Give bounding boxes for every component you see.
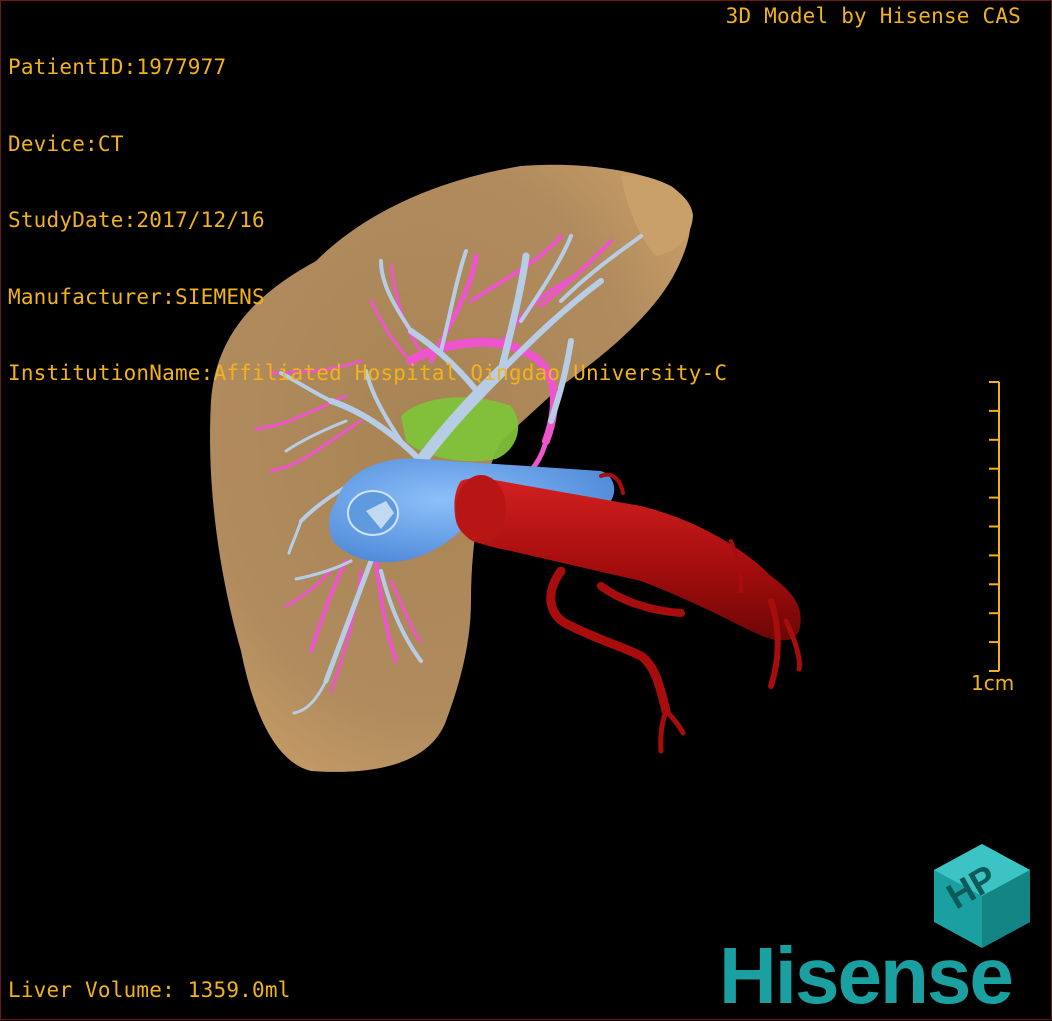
- hisense-wordmark: Hisense: [719, 931, 1014, 1020]
- patient-id: PatientID:1977977: [8, 55, 227, 79]
- model-credit: 3D Model by Hisense CAS: [725, 4, 1021, 28]
- 3d-viewport[interactable]: PatientID:1977977 Device:CT StudyDate:20…: [0, 0, 1052, 1020]
- aorta: [454, 472, 802, 754]
- device: Device:CT: [8, 131, 124, 156]
- liver-volume: Liver Volume: 1359.0ml: [8, 978, 291, 1002]
- scale-bar-label: 1cm: [971, 671, 1015, 695]
- institution-name: InstitutionName:Affiliated Hospital Qing…: [8, 361, 728, 385]
- manufacturer: Manufacturer:SIEMENS: [8, 284, 265, 309]
- study-date: StudyDate:2017/12/16: [8, 208, 265, 232]
- patient-info-overlay: PatientID:1977977 Device:CT StudyDate:20…: [8, 4, 727, 438]
